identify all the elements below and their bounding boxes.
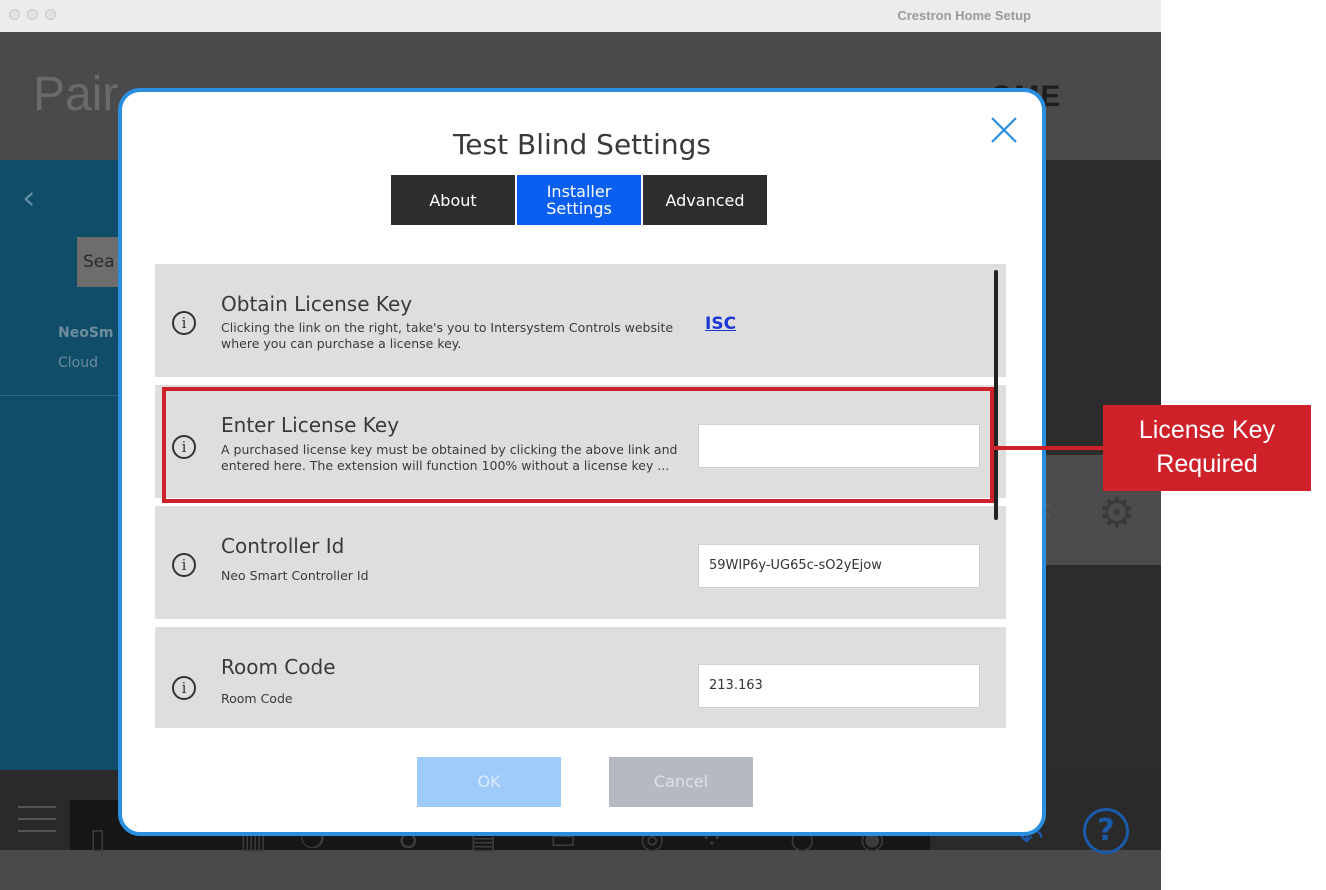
info-icon[interactable]: i bbox=[172, 311, 196, 335]
isc-link[interactable]: ISC bbox=[705, 314, 736, 334]
license-required-callout: License Key Required bbox=[1103, 405, 1311, 491]
setting-description: Clicking the link on the right, take's y… bbox=[221, 320, 674, 351]
sidebar-item-name[interactable]: NeoSm bbox=[58, 325, 114, 341]
window-minimize-dot[interactable] bbox=[27, 9, 38, 20]
setting-description: Neo Smart Controller Id bbox=[221, 568, 369, 583]
menu-icon[interactable] bbox=[18, 806, 56, 834]
callout-connector bbox=[991, 446, 1103, 450]
tab-installer-settings[interactable]: Installer Settings bbox=[517, 175, 641, 225]
app-page-title: Pair bbox=[33, 68, 119, 121]
callout-line-1: License Key bbox=[1138, 416, 1276, 444]
list-scrollbar[interactable] bbox=[994, 270, 998, 520]
help-icon[interactable]: ? bbox=[1083, 808, 1129, 854]
info-icon[interactable]: i bbox=[172, 553, 196, 577]
door-icon[interactable]: ▯ bbox=[90, 822, 105, 855]
window-titlebar: Crestron Home Setup bbox=[0, 0, 1161, 33]
callout-line-2: Required bbox=[1156, 450, 1258, 478]
list-item: i Obtain License Key Clicking the link o… bbox=[155, 264, 1006, 377]
tab-advanced[interactable]: Advanced bbox=[643, 175, 767, 225]
app-footer bbox=[0, 850, 1161, 890]
back-chevron-icon[interactable]: ‹ bbox=[22, 178, 36, 218]
cancel-button[interactable]: Cancel bbox=[609, 757, 753, 807]
room-code-input[interactable]: 213.163 bbox=[698, 664, 980, 708]
ok-button[interactable]: OK bbox=[417, 757, 561, 807]
list-item: i Room Code Room Code 213.163 bbox=[155, 627, 1006, 728]
sidebar-item-sub: Cloud bbox=[58, 355, 98, 371]
dialog-title: Test Blind Settings bbox=[452, 128, 712, 161]
setting-title: Room Code bbox=[221, 655, 336, 679]
settings-dialog: Test Blind Settings About Installer Sett… bbox=[118, 88, 1046, 836]
info-icon[interactable]: i bbox=[172, 676, 196, 700]
list-item: i Controller Id Neo Smart Controller Id … bbox=[155, 506, 1006, 619]
tab-about[interactable]: About bbox=[391, 175, 515, 225]
window-title: Crestron Home Setup bbox=[897, 8, 1031, 23]
controller-id-input[interactable]: 59WIP6y-UG65c-sO2yEjow bbox=[698, 544, 980, 588]
setting-title: Controller Id bbox=[221, 534, 345, 558]
setting-title: Obtain License Key bbox=[221, 292, 413, 316]
window-close-dot[interactable] bbox=[9, 9, 20, 20]
tab-bar: About Installer Settings Advanced bbox=[391, 175, 767, 225]
license-key-highlight bbox=[162, 387, 994, 503]
window-zoom-dot[interactable] bbox=[45, 9, 56, 20]
gear-icon[interactable]: ⚙ bbox=[1098, 488, 1136, 537]
search-button[interactable]: Sea bbox=[77, 237, 121, 287]
setting-description: Room Code bbox=[221, 691, 293, 706]
